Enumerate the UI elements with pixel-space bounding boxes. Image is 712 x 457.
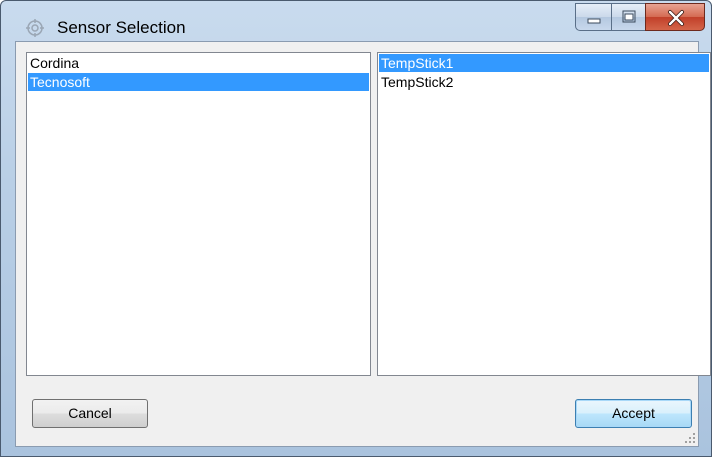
manufacturer-list[interactable]: Cordina Tecnosoft (26, 52, 371, 376)
app-icon (25, 18, 45, 38)
minimize-button[interactable] (575, 3, 611, 31)
cancel-button[interactable]: Cancel (32, 399, 148, 428)
list-item[interactable]: TempStick1 (379, 54, 709, 72)
maximize-icon (622, 10, 636, 23)
close-icon (668, 10, 684, 26)
sensor-selection-window: Sensor Selection Cordina Tecnosoft TempS… (0, 0, 712, 457)
sensor-list[interactable]: TempStick1 TempStick2 (377, 52, 711, 376)
caption-buttons (575, 3, 705, 31)
list-item[interactable]: Tecnosoft (28, 73, 369, 91)
maximize-button[interactable] (611, 3, 645, 31)
list-item[interactable]: TempStick2 (379, 73, 709, 91)
dialog-client-area: Cordina Tecnosoft TempStick1 TempStick2 … (15, 41, 711, 447)
accept-button[interactable]: Accept (575, 399, 692, 428)
list-item[interactable]: Cordina (28, 54, 369, 72)
minimize-icon (587, 18, 601, 24)
resize-grip-icon[interactable] (684, 432, 696, 444)
close-button[interactable] (645, 3, 705, 31)
window-title: Sensor Selection (57, 18, 186, 37)
